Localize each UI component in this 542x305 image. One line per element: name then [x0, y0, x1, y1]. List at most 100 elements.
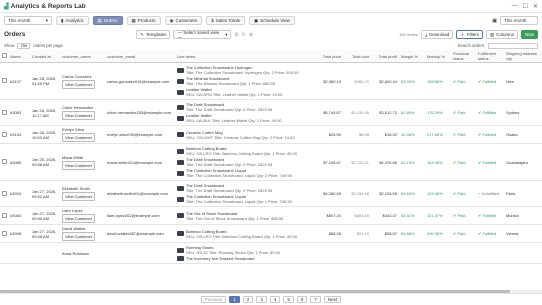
checkbox[interactable] — [2, 131, 7, 137]
row-checkbox-cell[interactable] — [0, 62, 8, 100]
view-customer-button[interactable]: View Customer — [62, 214, 96, 223]
checkbox[interactable] — [2, 159, 7, 164]
fulfillment-status-badge: ✔ Fulfilled — [478, 132, 496, 137]
tab-sales-totals[interactable]: $ Sales Totals — [206, 16, 245, 25]
saved-view-select[interactable]: — Select saved view — ▾ — [173, 30, 232, 40]
line-item: The Draft Snowboard Title: The Draft Snow… — [177, 183, 313, 193]
order-name-cell[interactable]: #3083 — [8, 206, 30, 225]
checkbox[interactable] — [2, 190, 7, 196]
row-checkbox-cell[interactable] — [0, 143, 8, 181]
close-icon[interactable]: ✕ — [533, 3, 538, 10]
customer-email-cell: liam.lopez262@example.com — [105, 206, 175, 225]
view-customer-button[interactable]: View Customer — [62, 232, 96, 241]
page-2-button[interactable]: 2 — [242, 296, 254, 303]
order-name-cell[interactable]: #3137 — [8, 62, 30, 100]
per-page-select[interactable]: 25 ▾ — [17, 42, 31, 49]
col-header-total-cost[interactable]: Total cost — [343, 50, 371, 63]
view-customer-button[interactable]: View Customer — [62, 111, 96, 120]
line-items-cell: The Draft Snowboard Title: The Draft Snow… — [175, 99, 315, 126]
select-all-checkbox-cell[interactable] — [0, 50, 8, 63]
right-period-select[interactable]: This month — [500, 16, 538, 25]
customer-name-cell: Liam Lopez View Customer — [60, 206, 105, 225]
order-name-cell[interactable]: #3008 — [8, 224, 30, 243]
columns-button[interactable]: ▥ Columns — [485, 30, 518, 39]
col-header-fulfillment-status[interactable]: Fulfillment status — [476, 50, 504, 63]
order-name-cell[interactable]: #3089 — [8, 143, 30, 181]
line-item-text: Leather Wallet SKU: LW-BLK Title: Leather… — [186, 113, 282, 123]
tab-customers[interactable]: ◉ Customers — [164, 16, 203, 25]
col-header-shipping-city[interactable]: Shipping address city — [504, 50, 542, 63]
page-5-button[interactable]: 5 — [283, 296, 294, 303]
view-customer-button[interactable]: View Customer — [62, 79, 96, 89]
checkbox[interactable] — [2, 53, 7, 58]
page-3-button[interactable]: 3 — [256, 296, 267, 303]
order-name-cell[interactable]: #3063 — [8, 99, 30, 126]
next-page-button[interactable]: Next — [323, 296, 342, 303]
line-item-detail: Title: The Collection Snowboard: Liquid … — [186, 173, 292, 178]
page-7-button[interactable]: 7 — [310, 296, 321, 303]
calendar-icon[interactable]: ▣ — [492, 18, 497, 24]
tab-analytics[interactable]: ▮ Analytics — [56, 16, 89, 25]
tab-schedule-view[interactable]: ▣ Schedule View — [248, 16, 295, 25]
table-row: #3083 Jan 27, 2026, 09:50 AM Liam Lopez Vie… — [0, 206, 542, 225]
checkbox[interactable] — [2, 109, 7, 115]
col-header-total-price[interactable]: Total price — [315, 50, 343, 63]
previous-page-button[interactable]: Previous — [200, 296, 227, 303]
period-select[interactable]: This month ▾ — [4, 16, 52, 25]
product-thumbnail — [177, 104, 184, 110]
col-header-name[interactable]: Name — [8, 50, 30, 63]
view-customer-button[interactable]: View Customer — [62, 192, 96, 201]
row-checkbox-cell[interactable] — [0, 224, 8, 243]
line-item: Leather Wallet SKU: LW-BLK Title: Leather… — [177, 113, 313, 123]
filters-button[interactable]: ⏚ Filters — [456, 30, 483, 39]
view-customer-button[interactable]: View Customer — [62, 133, 96, 142]
markup-cell: 217.85% — [425, 125, 451, 144]
created-at-cell: Jan 28, 2026, 01:45 PM — [30, 62, 60, 100]
col-header-line-items[interactable]: Line items — [175, 50, 315, 63]
maximize-icon[interactable]: ☐ — [523, 3, 528, 10]
tab-orders[interactable]: ▤ Orders — [92, 16, 123, 25]
line-item: The Minimal Snowboard Title: The Minimal … — [177, 76, 313, 86]
refresh-icon[interactable]: ↻ — [242, 32, 246, 38]
product-thumbnail — [177, 148, 184, 154]
search-input[interactable] — [488, 42, 538, 49]
shipping-city-cell: Guadalajara — [504, 143, 542, 181]
col-header-financial-status[interactable]: Financial status — [451, 50, 476, 63]
download-button[interactable]: ⤓ Download — [421, 30, 454, 39]
col-header-margin[interactable]: Margin % — [399, 50, 425, 63]
page-1-button[interactable]: 1 — [229, 296, 240, 303]
row-checkbox-cell[interactable] — [0, 125, 8, 144]
checkbox[interactable] — [2, 212, 7, 218]
col-header-total-profit[interactable]: Total profit — [371, 50, 399, 63]
checkbox[interactable] — [2, 230, 7, 236]
row-checkbox-cell[interactable] — [0, 180, 8, 207]
save-view-icon[interactable]: ⊞ — [234, 32, 238, 38]
checkbox[interactable] — [2, 78, 7, 83]
line-item-text: Running Shoes SKU: RS-42 Title: Running S… — [186, 245, 280, 255]
customer-name: Liam Lopez — [62, 208, 83, 213]
order-name-cell[interactable]: #3024 — [8, 180, 30, 207]
delete-view-icon[interactable]: ⊗ — [249, 32, 253, 38]
total-cost-cell: $360.70 — [343, 62, 371, 100]
fulfillment-status-badge: ✔ Fulfilled — [478, 213, 496, 218]
col-header-created[interactable]: Created at — [30, 50, 60, 63]
new-order-button[interactable]: New — [520, 30, 538, 39]
view-customer-button[interactable]: View Customer — [62, 160, 96, 170]
customer-email-cell: carlos.gonzalez915@example.com — [105, 62, 175, 100]
row-checkbox-cell[interactable] — [0, 99, 8, 126]
page-4-button[interactable]: 4 — [269, 296, 281, 303]
col-header-markup[interactable]: Markup % — [425, 50, 451, 63]
col-header-customer-email[interactable]: customer_email — [105, 50, 175, 63]
empty-cell — [343, 242, 371, 264]
tab-products[interactable]: ▦ Products — [126, 16, 161, 25]
fulfillment-status-cell: ✔ Fulfilled — [476, 224, 504, 243]
line-item-text: The Out of Stock Snowboard Title: The Out… — [186, 211, 283, 221]
minimize-icon[interactable]: — — [512, 3, 518, 10]
row-checkbox-cell[interactable] — [0, 206, 8, 225]
order-name-cell[interactable]: #3134 — [8, 125, 30, 144]
page-6-button[interactable]: 6 — [296, 296, 308, 303]
orders-table: Name Created at customer_name customer_e… — [0, 50, 542, 264]
templates-button[interactable]: ✎ Templates — [136, 30, 171, 39]
line-items-cell: Running Shoes SKU: RS-42 Title: Running S… — [175, 242, 315, 264]
col-header-customer-name[interactable]: customer_name — [60, 50, 105, 63]
